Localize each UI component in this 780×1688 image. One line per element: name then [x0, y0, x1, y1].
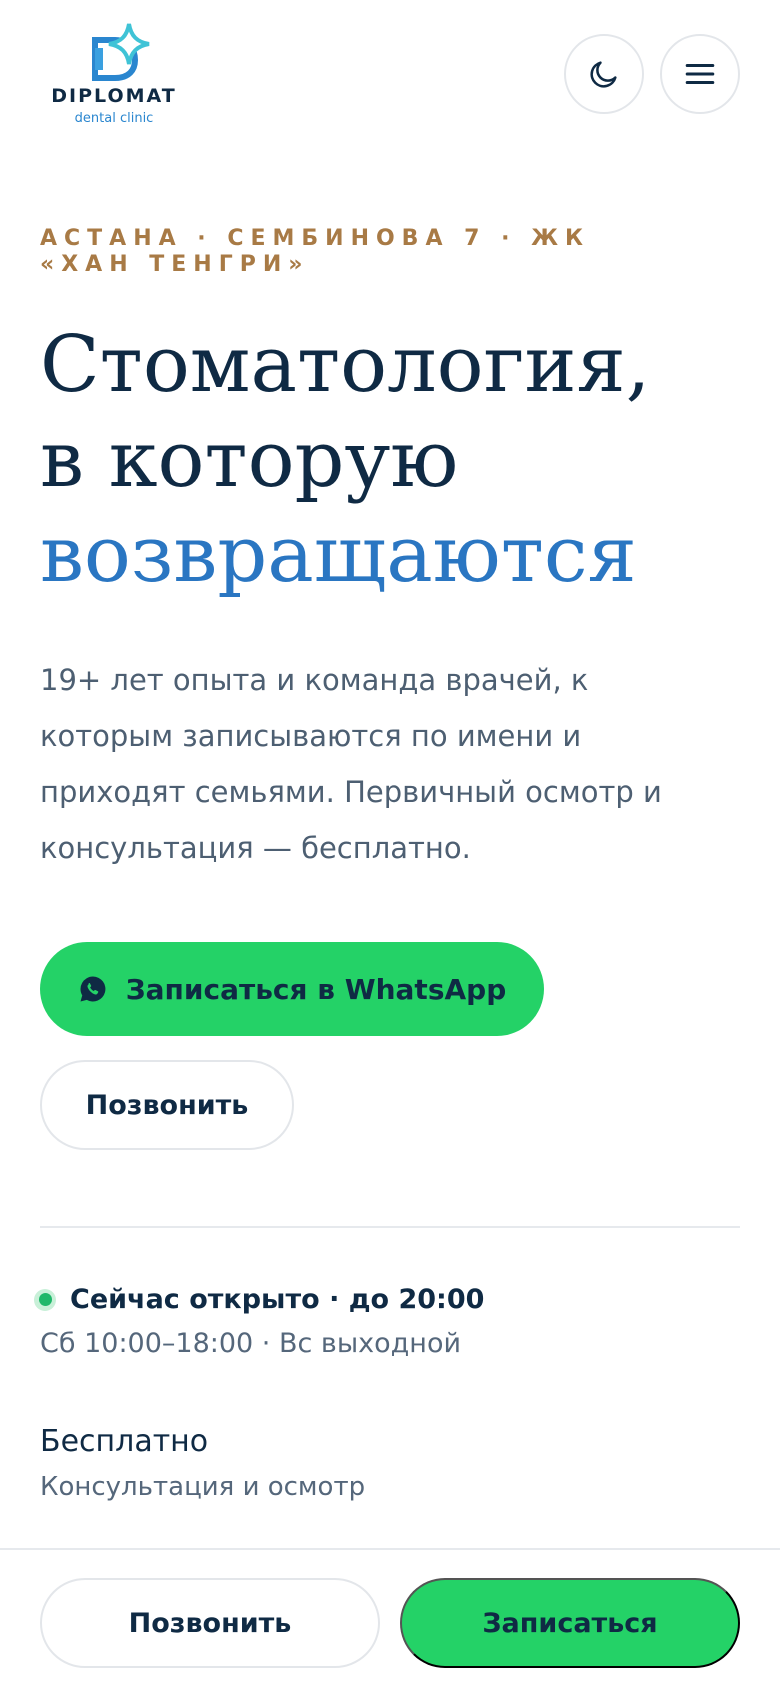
hero-headline: Стоматология, в которую возвращаются: [40, 318, 740, 603]
free-offer-title: Бесплатно: [40, 1424, 209, 1459]
headline-line-2: в которую: [40, 415, 459, 505]
logo-mark-icon: [92, 23, 150, 81]
bottom-book-button[interactable]: Записаться: [400, 1578, 740, 1668]
bottom-call-button[interactable]: Позвонить: [40, 1578, 380, 1668]
site-header: DIPLOMAT dental clinic: [0, 0, 780, 150]
logo-subtitle: dental clinic: [74, 111, 154, 126]
open-status-indicator-icon: [34, 1288, 56, 1311]
headline-accent: возвращаются: [40, 510, 637, 600]
clinic-logo[interactable]: DIPLOMAT dental clinic: [44, 20, 184, 130]
bottom-call-label: Позвонить: [128, 1607, 292, 1639]
logo-name: DIPLOMAT: [51, 85, 177, 107]
sticky-bottom-bar: Позвонить Записаться: [0, 1548, 780, 1688]
call-button-label: Позвонить: [85, 1089, 249, 1121]
menu-button[interactable]: [660, 34, 740, 114]
moon-icon: [590, 61, 617, 88]
hamburger-menu-icon: [685, 63, 715, 85]
location-eyebrow: АСТАНА · СЕМБИНОВА 7 · ЖК «ХАН ТЕНГРИ»: [40, 226, 640, 278]
whatsapp-button-label: Записаться в WhatsApp: [125, 972, 507, 1006]
eyebrow-line-1: АСТАНА · СЕМБИНОВА 7 · ЖК: [40, 226, 591, 251]
open-status-text: Сейчас открыто · до 20:00: [70, 1284, 485, 1315]
eyebrow-line-2: «ХАН ТЕНГРИ»: [40, 252, 310, 277]
call-button[interactable]: Позвонить: [40, 1060, 294, 1150]
weekend-hours-text: Сб 10:00–18:00 · Вс выходной: [40, 1328, 462, 1359]
whatsapp-booking-button[interactable]: Записаться в WhatsApp: [40, 942, 544, 1036]
headline-line-1: Стоматология,: [40, 320, 651, 410]
free-offer-subtitle: Консультация и осмотр: [40, 1472, 366, 1502]
open-status: Сейчас открыто · до 20:00: [34, 1284, 484, 1315]
theme-toggle-button[interactable]: [564, 34, 644, 114]
whatsapp-icon: [80, 976, 106, 1002]
bottom-book-label: Записаться: [482, 1607, 658, 1639]
section-divider: [40, 1226, 740, 1228]
hero-lead-text: 19+ лет опыта и команда врачей, к которы…: [40, 663, 662, 865]
